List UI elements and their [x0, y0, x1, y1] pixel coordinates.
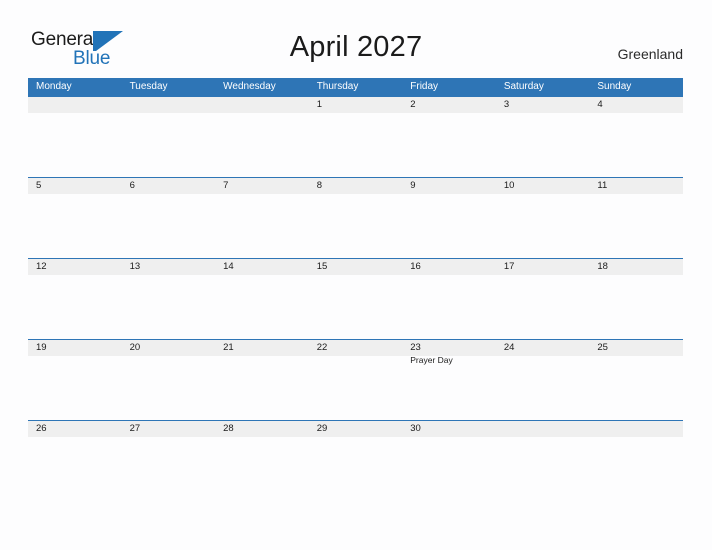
- day-number: 18: [597, 261, 608, 272]
- day-number: 13: [129, 261, 141, 272]
- day-cell[interactable]: 4: [589, 97, 683, 176]
- week-row: 19 20 21 22 23 Prayer Day 24 25: [28, 339, 683, 420]
- day-cell[interactable]: 21: [215, 340, 309, 419]
- weekday-header-thursday: Thursday: [316, 81, 359, 92]
- day-number: 29: [316, 423, 328, 434]
- day-cell-with-event[interactable]: 23 Prayer Day: [402, 340, 496, 419]
- day-number: 12: [36, 261, 47, 272]
- day-number: 22: [316, 342, 328, 353]
- day-cell[interactable]: 24: [496, 340, 590, 419]
- day-number: 2: [410, 99, 416, 110]
- day-cell[interactable]: 5: [28, 178, 122, 257]
- weekday-header-tuesday: Tuesday: [129, 81, 168, 92]
- day-number: 4: [597, 99, 603, 110]
- day-cell[interactable]: 8: [309, 178, 403, 257]
- day-number: 11: [597, 180, 608, 191]
- day-cell[interactable]: 9: [402, 178, 496, 257]
- week-row: 1 2 3 4: [28, 96, 683, 177]
- weekday-header-sunday: Sunday: [597, 81, 632, 92]
- day-cell[interactable]: 13: [122, 259, 216, 338]
- day-number: 17: [503, 261, 515, 272]
- day-number: 26: [36, 423, 47, 434]
- weekday-header-wednesday: Wednesday: [223, 81, 276, 92]
- day-number: 3: [503, 99, 510, 110]
- week-row: 12 13 14 15 16 17 18: [28, 258, 683, 339]
- day-cell[interactable]: 19: [28, 340, 122, 419]
- day-number: 7: [223, 180, 229, 191]
- day-cell[interactable]: 17: [496, 259, 590, 338]
- weekday-header-saturday: Saturday: [503, 81, 544, 92]
- day-number: 28: [223, 423, 234, 434]
- weekday-header-friday: Friday: [410, 81, 439, 92]
- country-label: Greenland: [617, 46, 683, 62]
- day-cell[interactable]: 29: [309, 421, 403, 500]
- day-cell[interactable]: 28: [215, 421, 309, 500]
- day-number: 21: [223, 342, 234, 353]
- day-cell[interactable]: 20: [122, 340, 216, 419]
- weekday-header-monday: Monday: [36, 81, 72, 92]
- day-cell[interactable]: 16: [402, 259, 496, 338]
- day-cell[interactable]: 12: [28, 259, 122, 338]
- day-cell[interactable]: [589, 421, 683, 500]
- day-cell[interactable]: 10: [496, 178, 590, 257]
- day-cell[interactable]: 25: [589, 340, 683, 419]
- day-number: 10: [503, 180, 515, 191]
- calendar-grid: Monday Tuesday Wednesday Thursday Friday…: [28, 78, 683, 501]
- week-row: 5 6 7 8 9 10 11: [28, 177, 683, 258]
- day-number: 27: [129, 423, 141, 434]
- day-cell[interactable]: [496, 421, 590, 500]
- day-number: 5: [36, 180, 42, 191]
- day-cell[interactable]: 1: [309, 97, 403, 176]
- day-number: 24: [503, 342, 515, 353]
- day-cell[interactable]: 30: [402, 421, 496, 500]
- day-number: 25: [597, 342, 608, 353]
- day-number: 20: [129, 342, 141, 353]
- day-number: 19: [36, 342, 47, 353]
- day-cell[interactable]: [215, 97, 309, 176]
- day-number: 14: [223, 261, 234, 272]
- day-event: Prayer Day: [410, 355, 453, 365]
- day-cell[interactable]: [28, 97, 122, 176]
- week-row: 26 27 28 29 30: [28, 420, 683, 501]
- day-cell[interactable]: 27: [122, 421, 216, 500]
- day-number: 8: [316, 180, 322, 191]
- page-header: General Blue April 2027 Greenland: [0, 0, 712, 78]
- day-number: 9: [410, 180, 416, 191]
- page-title: April 2027: [289, 31, 423, 63]
- day-number: 23: [410, 342, 421, 353]
- day-number: 1: [316, 99, 322, 110]
- day-number: 6: [129, 180, 135, 191]
- weekday-header-row: Monday Tuesday Wednesday Thursday Friday…: [28, 78, 683, 96]
- day-number: 16: [410, 261, 421, 272]
- day-cell[interactable]: 7: [215, 178, 309, 257]
- day-number: 15: [316, 261, 328, 272]
- day-cell[interactable]: [122, 97, 216, 176]
- day-cell[interactable]: 3: [496, 97, 590, 176]
- day-cell[interactable]: 14: [215, 259, 309, 338]
- day-cell[interactable]: 26: [28, 421, 122, 500]
- day-number: 30: [410, 423, 421, 434]
- day-cell[interactable]: 2: [402, 97, 496, 176]
- day-cell[interactable]: 18: [589, 259, 683, 338]
- day-cell[interactable]: 11: [589, 178, 683, 257]
- day-cell[interactable]: 6: [122, 178, 216, 257]
- day-cell[interactable]: 22: [309, 340, 403, 419]
- day-cell[interactable]: 15: [309, 259, 403, 338]
